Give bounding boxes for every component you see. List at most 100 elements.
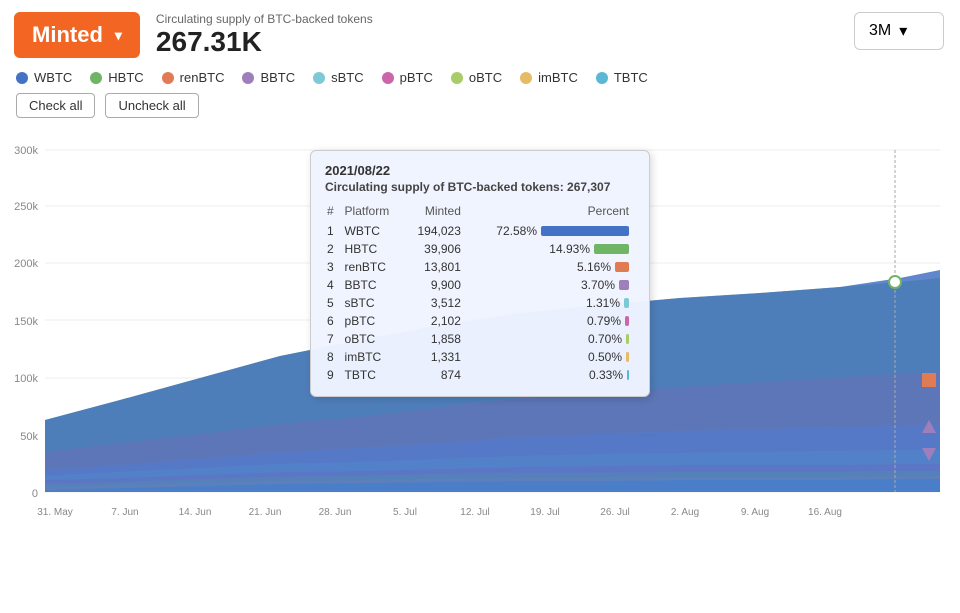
tooltip-date: 2021/08/22 — [325, 163, 635, 178]
svg-text:19. Jul: 19. Jul — [530, 507, 559, 518]
percent-bar — [627, 370, 629, 380]
percent-bar — [626, 334, 629, 344]
cell-percent: 14.93% — [467, 240, 635, 258]
legend-dot-bbtc — [242, 72, 254, 84]
header: Minted ▾ Circulating supply of BTC-backe… — [0, 0, 960, 66]
tooltip: 2021/08/22 Circulating supply of BTC-bac… — [310, 150, 650, 397]
svg-text:200k: 200k — [14, 258, 38, 270]
table-row: 9 TBTC 874 0.33% — [325, 366, 635, 384]
legend-item-sbtc[interactable]: sBTC — [313, 70, 364, 85]
cell-num: 4 — [325, 276, 343, 294]
cell-percent: 5.16% — [467, 258, 635, 276]
percent-value: 1.31% — [586, 296, 620, 310]
legend-dot-obtc — [451, 72, 463, 84]
percent-bar — [625, 316, 629, 326]
legend-label-renbtc: renBTC — [180, 70, 225, 85]
percent-bar — [619, 280, 629, 290]
legend-dot-renbtc — [162, 72, 174, 84]
dropdown-label: Minted — [32, 22, 103, 48]
svg-text:21. Jun: 21. Jun — [249, 507, 282, 518]
cell-num: 1 — [325, 222, 343, 240]
cell-minted: 13,801 — [405, 258, 466, 276]
cell-platform: oBTC — [343, 330, 406, 348]
legend-item-obtc[interactable]: oBTC — [451, 70, 502, 85]
percent-value: 14.93% — [549, 242, 590, 256]
svg-text:100k: 100k — [14, 373, 38, 385]
legend-item-bbtc[interactable]: BBTC — [242, 70, 295, 85]
supply-label: Circulating supply of BTC-backed tokens — [156, 12, 373, 26]
cell-percent: 0.70% — [467, 330, 635, 348]
cell-num: 6 — [325, 312, 343, 330]
percent-value: 5.16% — [577, 260, 611, 274]
svg-text:28. Jun: 28. Jun — [319, 507, 352, 518]
cell-platform: imBTC — [343, 348, 406, 366]
renbtc-icon — [922, 373, 936, 387]
cell-minted: 2,102 — [405, 312, 466, 330]
cell-num: 7 — [325, 330, 343, 348]
legend-label-hbtc: HBTC — [108, 70, 143, 85]
cell-platform: TBTC — [343, 366, 406, 384]
legend-label-tbtc: TBTC — [614, 70, 648, 85]
legend-label-sbtc: sBTC — [331, 70, 364, 85]
cell-percent: 0.33% — [467, 366, 635, 384]
svg-text:16. Aug: 16. Aug — [808, 507, 842, 518]
header-left: Minted ▾ Circulating supply of BTC-backe… — [14, 12, 373, 58]
svg-text:0: 0 — [32, 488, 38, 500]
cell-minted: 1,331 — [405, 348, 466, 366]
svg-text:2. Aug: 2. Aug — [671, 507, 699, 518]
col-num: # — [325, 202, 343, 222]
legend-item-pbtc[interactable]: pBTC — [382, 70, 433, 85]
legend-item-tbtc[interactable]: TBTC — [596, 70, 648, 85]
cell-percent: 72.58% — [467, 222, 635, 240]
cell-platform: pBTC — [343, 312, 406, 330]
legend-label-obtc: oBTC — [469, 70, 502, 85]
percent-value: 0.50% — [588, 350, 622, 364]
timeframe-value: 3M — [869, 22, 891, 40]
percent-value: 72.58% — [496, 224, 537, 238]
cell-minted: 194,023 — [405, 222, 466, 240]
legend-label-bbtc: BBTC — [260, 70, 295, 85]
cell-num: 3 — [325, 258, 343, 276]
cell-percent: 0.50% — [467, 348, 635, 366]
cell-platform: sBTC — [343, 294, 406, 312]
timeframe-arrow: ▾ — [899, 21, 907, 41]
percent-value: 0.79% — [587, 314, 621, 328]
svg-text:26. Jul: 26. Jul — [600, 507, 629, 518]
table-row: 3 renBTC 13,801 5.16% — [325, 258, 635, 276]
legend: WBTC HBTC renBTC BBTC sBTC pBTC oBTC imBTC TBTC — [0, 66, 960, 85]
supply-value: 267.31K — [156, 26, 373, 58]
legend-item-imbtc[interactable]: imBTC — [520, 70, 578, 85]
cell-percent: 0.79% — [467, 312, 635, 330]
timeframe-select[interactable]: 3M ▾ — [854, 12, 944, 50]
svg-text:31. May: 31. May — [37, 507, 73, 518]
svg-text:12. Jul: 12. Jul — [460, 507, 489, 518]
col-platform: Platform — [343, 202, 406, 222]
svg-text:50k: 50k — [20, 431, 38, 443]
table-row: 4 BBTC 9,900 3.70% — [325, 276, 635, 294]
legend-item-renbtc[interactable]: renBTC — [162, 70, 225, 85]
cell-platform: WBTC — [343, 222, 406, 240]
col-percent: Percent — [467, 202, 635, 222]
dropdown-arrow: ▾ — [115, 27, 122, 44]
cell-num: 5 — [325, 294, 343, 312]
tooltip-subtitle: Circulating supply of BTC-backed tokens:… — [325, 180, 635, 194]
percent-value: 0.70% — [588, 332, 622, 346]
tooltip-subtitle-pre: Circulating supply of BTC-backed tokens: — [325, 180, 567, 194]
check-all-button[interactable]: Check all — [16, 93, 95, 118]
percent-bar — [624, 298, 629, 308]
col-minted: Minted — [405, 202, 466, 222]
svg-text:300k: 300k — [14, 145, 38, 157]
legend-label-imbtc: imBTC — [538, 70, 578, 85]
table-row: 2 HBTC 39,906 14.93% — [325, 240, 635, 258]
legend-item-hbtc[interactable]: HBTC — [90, 70, 143, 85]
chart-area: 300k 250k 200k 150k 100k 50k 0 — [0, 130, 960, 580]
uncheck-all-button[interactable]: Uncheck all — [105, 93, 198, 118]
supply-info: Circulating supply of BTC-backed tokens … — [156, 12, 373, 58]
minted-dropdown[interactable]: Minted ▾ — [14, 12, 140, 58]
table-row: 7 oBTC 1,858 0.70% — [325, 330, 635, 348]
table-row: 8 imBTC 1,331 0.50% — [325, 348, 635, 366]
legend-item-wbtc[interactable]: WBTC — [16, 70, 72, 85]
legend-label-pbtc: pBTC — [400, 70, 433, 85]
cell-num: 8 — [325, 348, 343, 366]
tooltip-table: # Platform Minted Percent 1 WBTC 194,023… — [325, 202, 635, 384]
